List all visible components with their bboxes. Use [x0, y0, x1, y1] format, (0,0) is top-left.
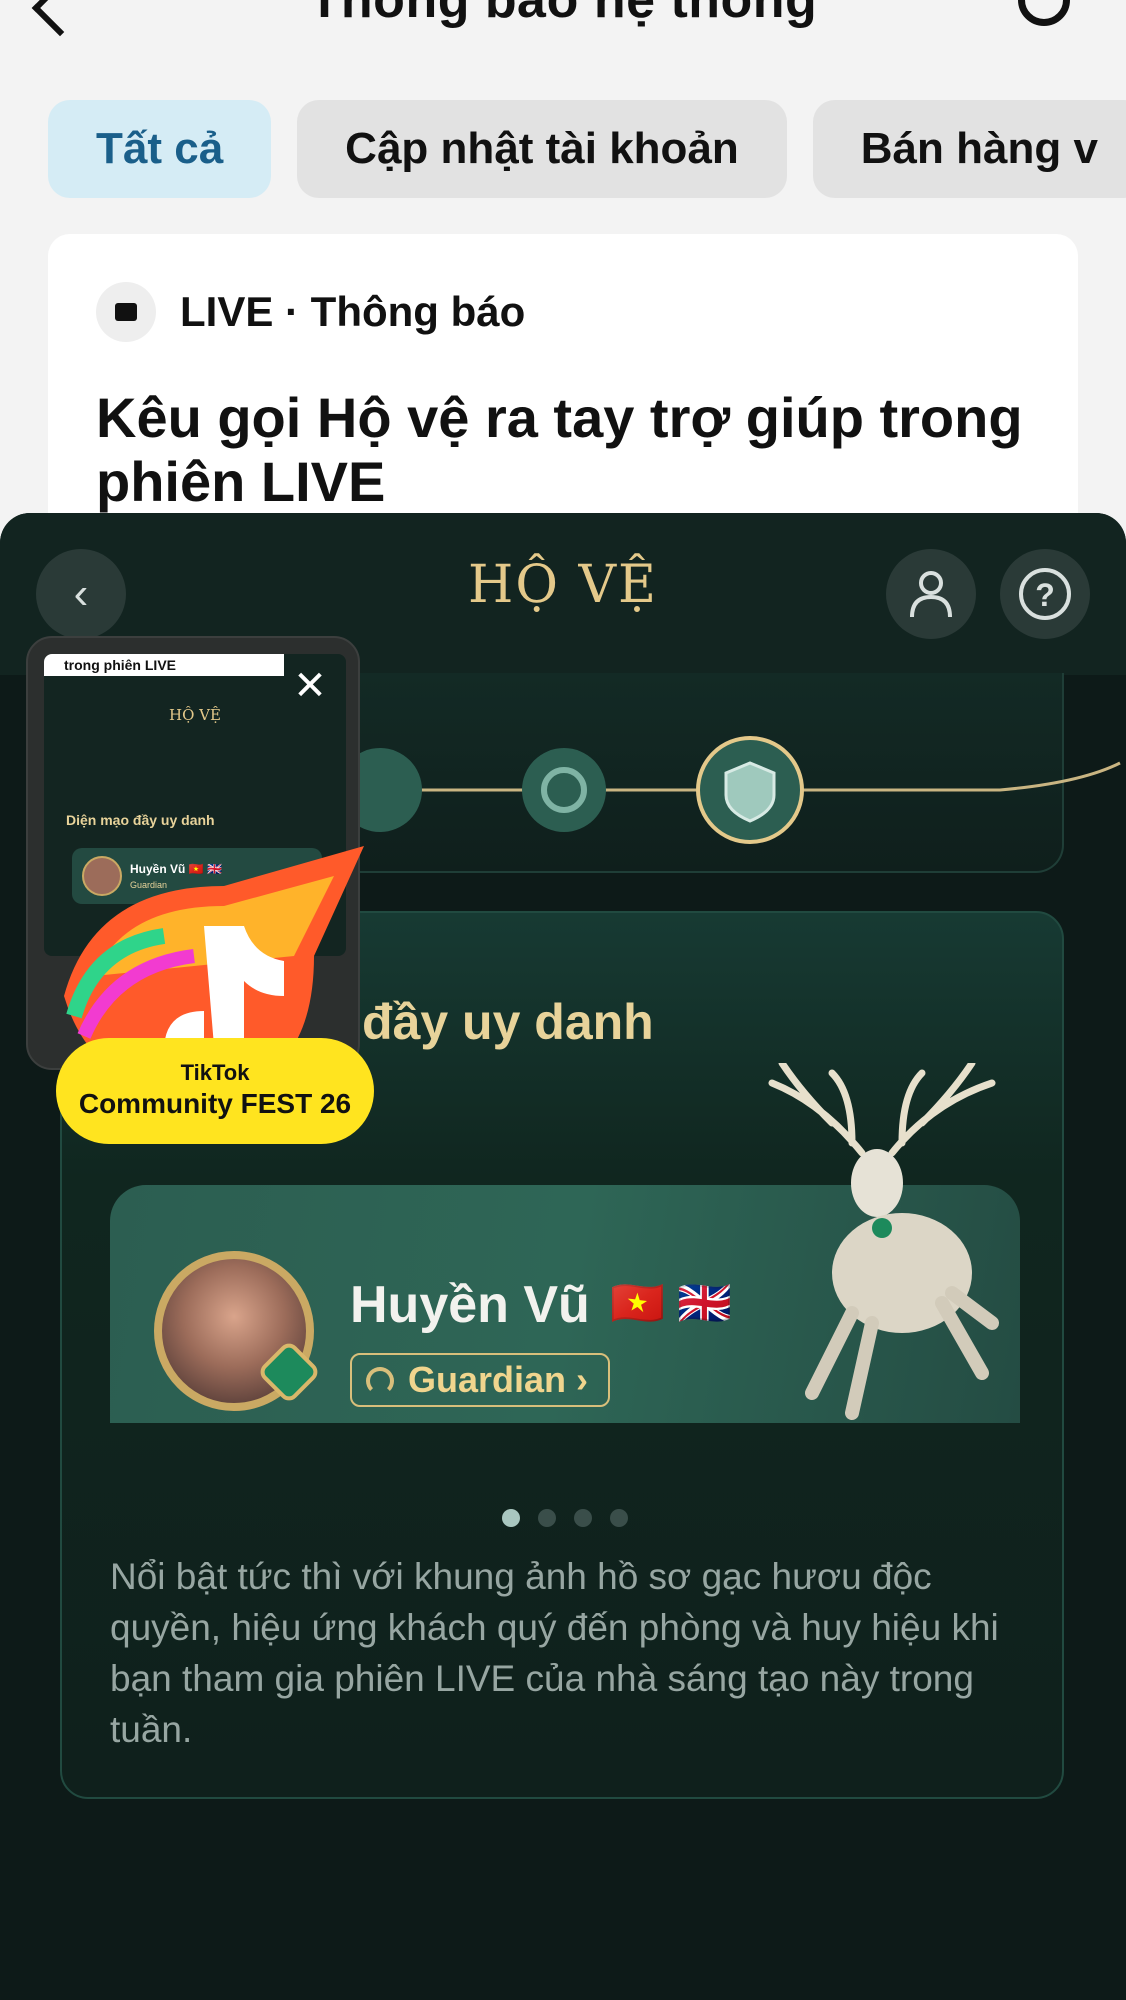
svg-text:?: ?	[1035, 577, 1055, 613]
flags: 🇻🇳 🇬🇧	[610, 1279, 732, 1328]
notification-title: Kêu gọi Hộ vệ ra tay trợ giúp trong phiê…	[96, 386, 1023, 513]
pip-section-title: Diện mạo đầy uy danh	[66, 812, 215, 828]
section-title: đầy uy danh	[362, 994, 654, 1050]
carousel-dot[interactable]	[574, 1509, 592, 1527]
emerald-gem-icon	[256, 1339, 322, 1405]
page-title: Thông báo hệ thống	[308, 0, 818, 29]
tier-node-2	[522, 748, 606, 832]
carousel-dot[interactable]	[502, 1509, 520, 1527]
top-app-bar: Thông báo hệ thống	[0, 0, 1126, 40]
avatar	[154, 1251, 322, 1411]
antler-icon	[366, 1367, 394, 1395]
tab-selling[interactable]: Bán hàng v	[812, 100, 1126, 198]
carousel-dots[interactable]	[502, 1509, 628, 1527]
carousel-dot[interactable]	[538, 1509, 556, 1527]
close-icon[interactable]: ✕	[282, 658, 338, 714]
profile-name: Huyền Vũ	[350, 1276, 590, 1334]
profile-icon[interactable]	[886, 549, 976, 639]
shield-icon	[724, 761, 776, 823]
help-icon[interactable]: ?	[1000, 549, 1090, 639]
carousel-dot[interactable]	[610, 1509, 628, 1527]
notification-card[interactable]: LIVE · Thông báo Kêu gọi Hộ vệ ra tay tr…	[48, 234, 1078, 554]
tier-track	[338, 736, 1121, 844]
deer-illustration	[768, 1063, 999, 1420]
tab-account-updates[interactable]: Cập nhật tài khoản	[297, 100, 787, 198]
description: Nổi bật tức thì với khung ảnh hồ sơ gạc …	[110, 1556, 999, 1750]
tiktok-fest-sticker[interactable]: TikTok Community FEST 26	[56, 1038, 374, 1144]
guardian-badge[interactable]: Guardian ›	[350, 1353, 611, 1407]
notification-source: LIVE · Thông báo	[180, 288, 526, 335]
live-tv-icon	[96, 282, 156, 342]
pip-top-text: trong phiên LIVE	[44, 654, 284, 676]
filter-tabs: Tất cả Cập nhật tài khoản Bán hàng v	[48, 100, 1126, 198]
tab-all[interactable]: Tất cả	[48, 100, 272, 198]
